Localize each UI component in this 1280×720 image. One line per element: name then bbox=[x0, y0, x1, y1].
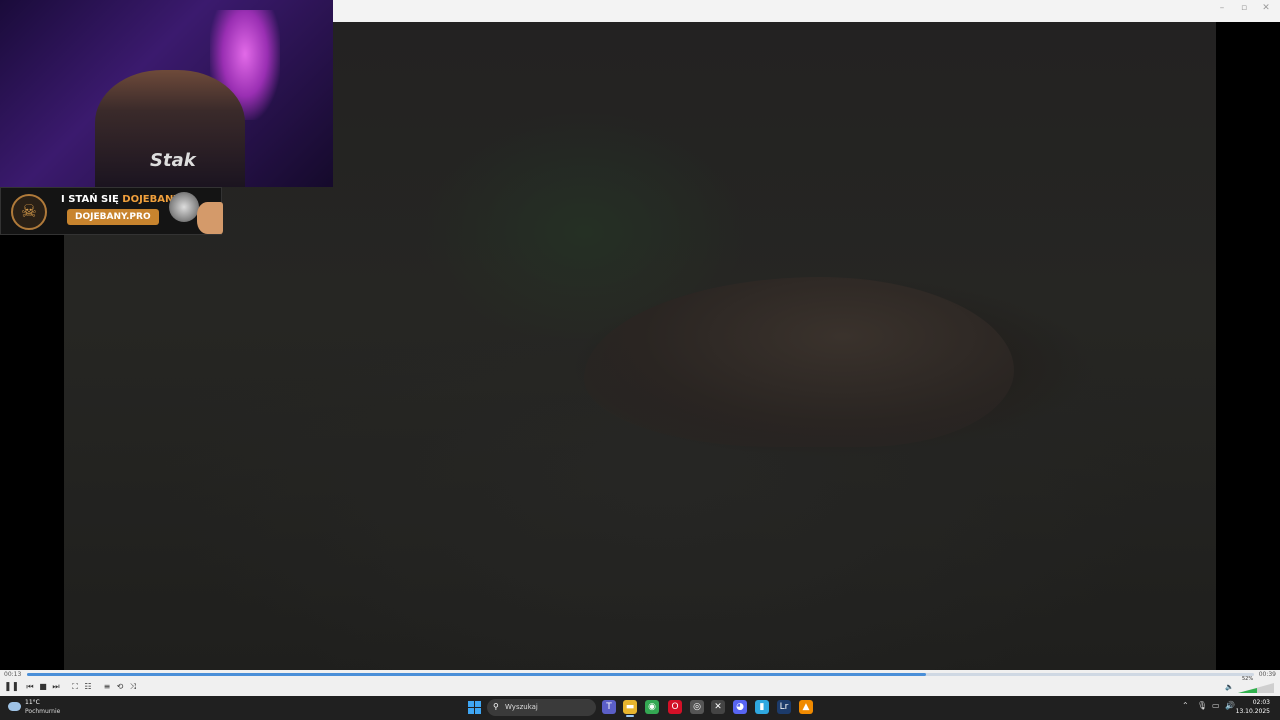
time-total: 00:39 bbox=[1258, 671, 1276, 678]
taskbar-search[interactable]: ⚲ Wyszukaj bbox=[487, 699, 596, 716]
hand-image bbox=[197, 202, 223, 234]
file-explorer-icon[interactable]: ▬ bbox=[623, 700, 637, 717]
previous-button[interactable]: ⏮ bbox=[25, 682, 35, 692]
stop-button[interactable]: ■ bbox=[38, 682, 48, 692]
volume-label: 52% bbox=[1242, 676, 1254, 682]
display-icon[interactable]: ▭ bbox=[1212, 701, 1220, 710]
chrome-icon[interactable]: ◉ bbox=[645, 700, 659, 714]
tray-overflow-icon[interactable]: ⌃ bbox=[1182, 701, 1189, 710]
teams-icon[interactable]: T bbox=[602, 700, 616, 714]
webcam-overlay: Stak bbox=[0, 0, 333, 187]
windows-taskbar: 11°C Pochmurnie ⚲ Wyszukaj T ▬ ◉ O ◎ ✕ ◕ ▮ Lr ▲ ⌃… bbox=[0, 696, 1280, 720]
clock-time: 02:03 bbox=[1252, 699, 1270, 706]
promo-headline: I STAŃ SIĘ DOJEBANY bbox=[61, 194, 181, 205]
skull-logo-icon: ☠ bbox=[11, 194, 47, 230]
system-clock[interactable]: 02:03 13.10.2025 bbox=[1236, 699, 1270, 715]
promo-url: DOJEBANY.PRO bbox=[67, 209, 159, 225]
promo-banner: ☠ I STAŃ SIĘ DOJEBANY DOJEBANY.PRO bbox=[0, 187, 223, 235]
volume-slider[interactable]: 52% bbox=[1238, 676, 1274, 693]
search-icon: ⚲ bbox=[493, 702, 499, 711]
shirt-text: Stak bbox=[150, 150, 196, 171]
seek-progress bbox=[27, 673, 927, 676]
windows-start-icon[interactable] bbox=[468, 701, 481, 714]
next-button[interactable]: ⏭ bbox=[51, 682, 61, 692]
mongoose-subject bbox=[584, 277, 1014, 447]
seek-bar[interactable] bbox=[27, 673, 1254, 676]
app-x-icon[interactable]: ✕ bbox=[711, 700, 725, 714]
search-placeholder: Wyszukaj bbox=[505, 703, 538, 711]
weight-plate-icon bbox=[169, 192, 199, 222]
volume-level bbox=[1238, 688, 1257, 693]
fullscreen-button[interactable]: ⛶ bbox=[70, 682, 80, 692]
minimize-button[interactable]: – bbox=[1212, 3, 1232, 13]
speaker-icon[interactable]: 🔊 bbox=[1225, 701, 1235, 710]
opera-icon[interactable]: O bbox=[668, 700, 682, 714]
vlc-icon[interactable]: ▲ bbox=[799, 700, 813, 714]
playlist-button[interactable]: ≡ bbox=[102, 682, 112, 692]
lightroom-icon[interactable]: Lr bbox=[777, 700, 791, 714]
clock-date: 13.10.2025 bbox=[1235, 708, 1270, 715]
docs-icon[interactable]: ▮ bbox=[755, 700, 769, 714]
discord-icon[interactable]: ◕ bbox=[733, 700, 747, 714]
playback-controls: 00:13 00:39 ❚❚ ⏮ ■ ⏭ ⛶ ☷ ≡ ⟲ ⤨ 🔈 52% bbox=[0, 670, 1280, 696]
player-title-bar: – ▫ ✕ bbox=[333, 0, 1280, 23]
mute-icon[interactable]: 🔈 bbox=[1225, 683, 1234, 691]
time-elapsed: 00:13 bbox=[4, 671, 22, 678]
pause-button[interactable]: ❚❚ bbox=[4, 682, 19, 692]
extended-settings-button[interactable]: ☷ bbox=[83, 682, 93, 692]
promo-headline-prefix: I STAŃ SIĘ bbox=[61, 194, 123, 205]
microphone-icon[interactable]: 🎙 bbox=[1197, 701, 1207, 710]
app-circle-icon[interactable]: ◎ bbox=[690, 700, 704, 714]
loop-button[interactable]: ⟲ bbox=[115, 682, 125, 692]
weather-condition: Pochmurnie bbox=[25, 708, 61, 715]
cloud-icon bbox=[8, 702, 21, 711]
shuffle-button[interactable]: ⤨ bbox=[128, 682, 138, 692]
weather-temperature: 11°C bbox=[25, 699, 40, 706]
close-button[interactable]: ✕ bbox=[1256, 3, 1276, 13]
maximize-button[interactable]: ▫ bbox=[1234, 3, 1254, 13]
